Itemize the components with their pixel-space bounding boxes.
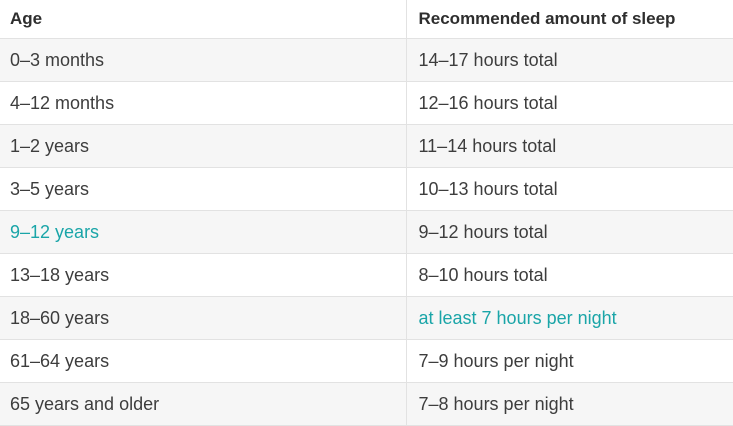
age-cell: 1–2 years bbox=[0, 124, 406, 168]
table-row: 61–64 years 7–9 hours per night bbox=[0, 339, 733, 383]
table-row: 4–12 months 12–16 hours total bbox=[0, 81, 733, 125]
age-cell: 0–3 months bbox=[0, 38, 406, 82]
age-cell: 4–12 months bbox=[0, 81, 406, 125]
sleep-column-header: Recommended amount of sleep bbox=[405, 0, 733, 39]
sleep-cell: 11–14 hours total bbox=[405, 124, 733, 168]
age-cell: 61–64 years bbox=[0, 339, 406, 383]
age-column-header: Age bbox=[0, 0, 406, 39]
sleep-recommendation-table: Age Recommended amount of sleep 0–3 mont… bbox=[0, 0, 733, 426]
table-row: 0–3 months 14–17 hours total bbox=[0, 38, 733, 82]
sleep-cell: 7–8 hours per night bbox=[405, 382, 733, 426]
sleep-cell: 9–12 hours total bbox=[405, 210, 733, 254]
table-body: 0–3 months 14–17 hours total 4–12 months… bbox=[0, 38, 733, 426]
table-row: 18–60 years at least 7 hours per night bbox=[0, 296, 733, 340]
header-row: Age Recommended amount of sleep bbox=[0, 0, 733, 39]
table-row: 9–12 years 9–12 hours total bbox=[0, 210, 733, 254]
table-row: 1–2 years 11–14 hours total bbox=[0, 124, 733, 168]
sleep-link-at-least-7-hours[interactable]: at least 7 hours per night bbox=[405, 296, 733, 340]
table-header: Age Recommended amount of sleep bbox=[0, 0, 733, 39]
sleep-cell: 14–17 hours total bbox=[405, 38, 733, 82]
sleep-cell: 12–16 hours total bbox=[405, 81, 733, 125]
table-row: 65 years and older 7–8 hours per night bbox=[0, 382, 733, 426]
age-cell: 13–18 years bbox=[0, 253, 406, 297]
sleep-cell: 8–10 hours total bbox=[405, 253, 733, 297]
age-cell: 65 years and older bbox=[0, 382, 406, 426]
table-row: 13–18 years 8–10 hours total bbox=[0, 253, 733, 297]
sleep-cell: 10–13 hours total bbox=[405, 167, 733, 211]
table-row: 3–5 years 10–13 hours total bbox=[0, 167, 733, 211]
age-link-9-12-years[interactable]: 9–12 years bbox=[0, 210, 406, 254]
age-cell: 18–60 years bbox=[0, 296, 406, 340]
sleep-cell: 7–9 hours per night bbox=[405, 339, 733, 383]
age-cell: 3–5 years bbox=[0, 167, 406, 211]
